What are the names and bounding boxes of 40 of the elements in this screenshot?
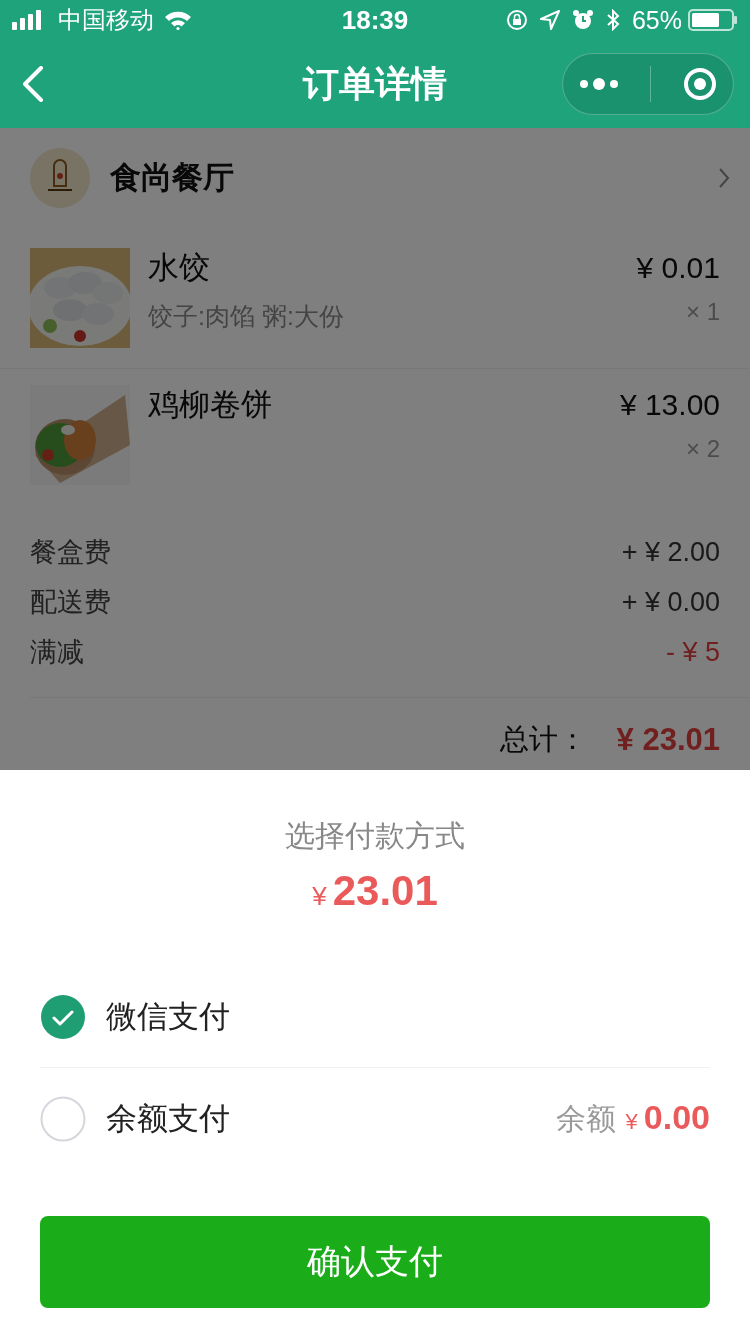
- payment-option[interactable]: 余额支付 余额 ¥ 0.00: [40, 1067, 710, 1170]
- item-name: 水饺: [148, 249, 211, 287]
- option-label: 微信支付: [106, 998, 230, 1036]
- location-icon: [539, 10, 560, 30]
- fee-amount: + ¥ 0.00: [621, 586, 720, 618]
- battery-percentage: 65%: [631, 5, 682, 35]
- status-time: 18:39: [341, 4, 409, 36]
- page-title: 订单详情: [303, 61, 447, 106]
- wifi-icon: [164, 10, 192, 30]
- rotation-lock-icon: [505, 9, 528, 31]
- carrier-name: 中国移动: [58, 5, 154, 35]
- payment-option[interactable]: 微信支付: [40, 967, 710, 1067]
- battery-icon: [688, 9, 738, 31]
- payment-amount: ¥23.01: [312, 867, 438, 915]
- more-icon[interactable]: [578, 77, 619, 91]
- bluetooth-icon: [605, 9, 620, 31]
- fee-label: 餐盒费: [30, 536, 111, 569]
- fee-amount: + ¥ 2.00: [621, 536, 720, 568]
- radio-icon[interactable]: [40, 1096, 86, 1142]
- fee-label: 配送费: [30, 586, 111, 619]
- alarm-icon: [571, 9, 594, 31]
- restaurant-row[interactable]: 食尚餐厅: [0, 128, 750, 228]
- item-price: ¥ 0.01: [636, 250, 720, 286]
- item-price: ¥ 13.00: [619, 387, 720, 423]
- balance-amount: ¥ 0.00: [625, 1098, 710, 1137]
- sheet-title: 选择付款方式: [285, 818, 465, 854]
- option-label: 余额支付: [106, 1100, 230, 1138]
- checked-radio-icon[interactable]: [40, 994, 86, 1040]
- item-options: 饺子:肉馅 粥:大份: [148, 300, 637, 333]
- total-amount: ¥ 23.01: [616, 722, 720, 758]
- fee-amount: - ¥ 5: [665, 636, 720, 668]
- balance-label: 余额: [555, 1101, 616, 1137]
- restaurant-name: 食尚餐厅: [110, 159, 234, 197]
- close-icon[interactable]: [683, 67, 718, 101]
- item-name: 鸡柳卷饼: [148, 386, 273, 424]
- total-label: 总计：: [499, 722, 587, 757]
- back-icon[interactable]: [22, 66, 44, 102]
- restaurant-logo-icon: [30, 148, 90, 208]
- fee-label: 满减: [30, 636, 84, 669]
- chevron-right-icon: [718, 167, 730, 189]
